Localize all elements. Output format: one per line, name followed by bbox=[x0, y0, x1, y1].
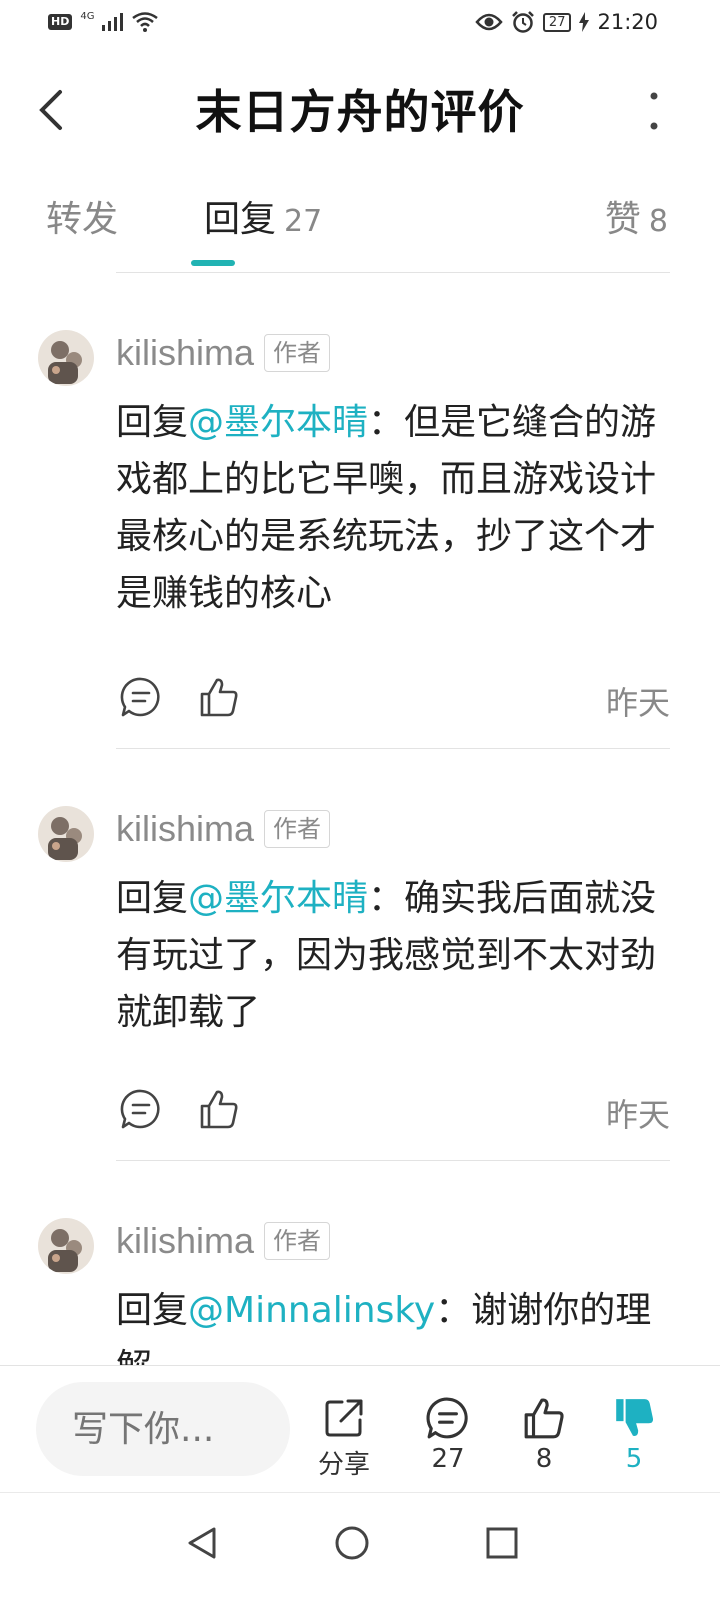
likes-count: 8 bbox=[535, 1444, 553, 1474]
avatar[interactable] bbox=[38, 806, 94, 862]
author-name[interactable]: kilishima bbox=[116, 332, 254, 374]
reply-input[interactable] bbox=[36, 1382, 290, 1476]
avatar[interactable] bbox=[38, 330, 94, 386]
reply-prefix: 回复 bbox=[116, 1290, 189, 1331]
comments-button[interactable]: 27 bbox=[408, 1396, 488, 1474]
tab-reply[interactable]: 回复 27 bbox=[204, 190, 322, 242]
battery-level: 27 bbox=[542, 12, 572, 32]
dislikes-count: 5 bbox=[625, 1444, 643, 1474]
nav-back-button[interactable] bbox=[172, 1513, 232, 1573]
mention-link[interactable]: @墨尔本晴 bbox=[188, 878, 368, 919]
tab-bar: 转发 回复 27 赞8 bbox=[0, 190, 720, 270]
tab-label: 回复 bbox=[204, 199, 277, 240]
comment-date: 昨天 bbox=[605, 684, 670, 722]
signal-icon bbox=[102, 13, 124, 31]
dislike-button[interactable]: 5 bbox=[594, 1396, 674, 1474]
author-badge: 作者 bbox=[264, 810, 331, 848]
eye-icon bbox=[475, 13, 503, 31]
comment-reply-icon[interactable] bbox=[120, 676, 162, 718]
status-bar: HD 4G 27 21:20 bbox=[0, 0, 720, 50]
comment-date: 昨天 bbox=[605, 1096, 670, 1134]
tab-count: 8 bbox=[648, 204, 668, 239]
author-badge: 作者 bbox=[264, 334, 331, 372]
circle-home-icon bbox=[335, 1526, 369, 1560]
tab-label: 赞 bbox=[604, 199, 641, 240]
nav-recents-button[interactable] bbox=[472, 1513, 532, 1573]
share-label: 分享 bbox=[317, 1450, 370, 1480]
comment-text: 回复@墨尔本晴：但是它缝合的游戏都上的比它早噢，而且游戏设计最核心的是系统玩法，… bbox=[116, 394, 676, 622]
hd-badge: HD bbox=[48, 14, 73, 30]
comment-actions: 昨天 bbox=[120, 1088, 670, 1134]
header: 末日方舟的评价 bbox=[0, 62, 720, 162]
share-button[interactable]: 分享 bbox=[304, 1396, 384, 1481]
comment-text: 回复@墨尔本晴：确实我后面就没有玩过了，因为我感觉到不太对劲就卸载了 bbox=[116, 870, 676, 1041]
bottom-action-bar: 分享 27 8 5 bbox=[0, 1365, 720, 1491]
author-name[interactable]: kilishima bbox=[116, 808, 254, 850]
square-recents-icon bbox=[486, 1527, 518, 1559]
thumbs-up-icon bbox=[524, 1398, 564, 1439]
comment-reply-icon[interactable] bbox=[120, 1088, 162, 1130]
avatar[interactable] bbox=[38, 1218, 94, 1274]
clock: 21:20 bbox=[597, 10, 658, 34]
tab-active-indicator bbox=[191, 260, 235, 266]
comment-text: 回复@Minnalinsky：谢谢你的理解 bbox=[116, 1282, 676, 1365]
reply-prefix: 回复 bbox=[116, 402, 189, 443]
comment-item: kilishima 作者 回复@Minnalinsky：谢谢你的理解 bbox=[0, 1218, 720, 1365]
divider bbox=[116, 748, 670, 749]
divider bbox=[116, 1160, 670, 1161]
reply-prefix: 回复 bbox=[116, 878, 189, 919]
comment-actions: 昨天 bbox=[120, 676, 670, 722]
thumbs-up-icon[interactable] bbox=[198, 1088, 240, 1130]
tab-repost[interactable]: 转发 bbox=[46, 190, 118, 242]
wifi-icon bbox=[132, 12, 159, 32]
thumbs-down-icon bbox=[616, 1399, 654, 1436]
divider bbox=[116, 272, 670, 273]
mention-link[interactable]: @墨尔本晴 bbox=[188, 402, 368, 443]
mention-link[interactable]: @Minnalinsky bbox=[188, 1290, 435, 1331]
charging-icon bbox=[579, 12, 590, 32]
page-title: 末日方舟的评价 bbox=[195, 85, 525, 139]
triangle-back-icon bbox=[188, 1527, 216, 1559]
system-nav-bar bbox=[0, 1492, 720, 1600]
thumbs-up-icon[interactable] bbox=[198, 676, 240, 718]
author-name[interactable]: kilishima bbox=[116, 1220, 254, 1262]
network-type: 4G bbox=[80, 10, 95, 22]
alarm-icon bbox=[512, 11, 534, 33]
comment-icon bbox=[426, 1397, 468, 1439]
tab-like[interactable]: 赞8 bbox=[605, 190, 668, 242]
share-icon bbox=[325, 1399, 363, 1437]
comments-count: 27 bbox=[431, 1444, 465, 1474]
author-badge: 作者 bbox=[264, 1222, 331, 1260]
more-vertical-icon bbox=[650, 92, 658, 130]
more-button[interactable] bbox=[644, 90, 664, 134]
like-button[interactable]: 8 bbox=[504, 1396, 584, 1474]
tab-count: 27 bbox=[284, 204, 323, 239]
tab-label: 转发 bbox=[46, 199, 119, 240]
nav-home-button[interactable] bbox=[322, 1513, 382, 1573]
